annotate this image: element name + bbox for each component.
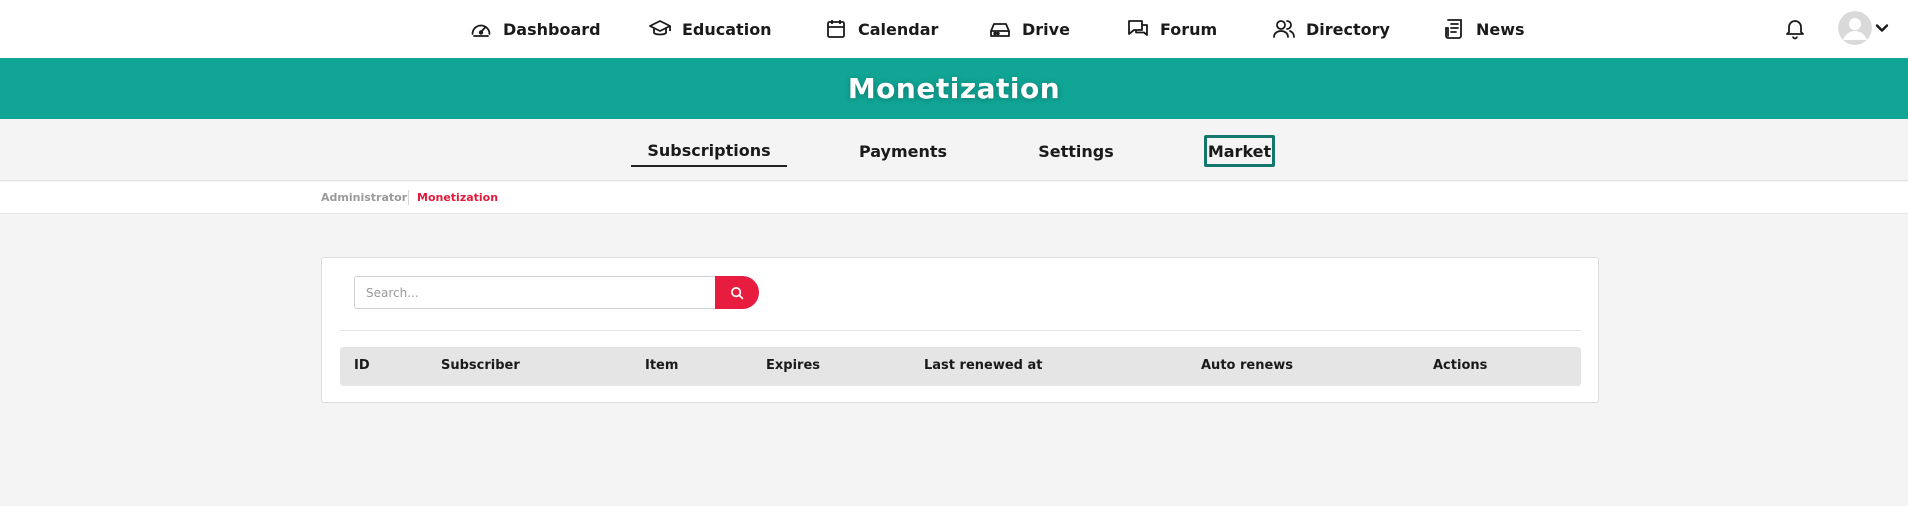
nav-item-news[interactable]: News xyxy=(1442,17,1525,41)
nav-item-calendar[interactable]: Calendar xyxy=(824,17,938,41)
tab-payments[interactable]: Payments xyxy=(855,135,951,167)
dashboard-icon xyxy=(471,24,491,37)
breadcrumb-item-administrator[interactable]: Administrator xyxy=(321,191,407,204)
tab-subscriptions[interactable]: Subscriptions xyxy=(631,135,787,167)
column-header-subscriber: Subscriber xyxy=(441,358,520,373)
nav-item-education[interactable]: Education xyxy=(648,17,772,41)
subscriptions-card: ID Subscriber Item Expires Last renewed … xyxy=(321,257,1599,403)
nav-label: Forum xyxy=(1160,19,1218,39)
nav-label: Education xyxy=(682,19,772,39)
tab-bar: Subscriptions Payments Settings Market xyxy=(0,119,1908,181)
column-header-last-renewed-at: Last renewed at xyxy=(924,358,1043,373)
chevron-down-icon xyxy=(1875,24,1889,32)
nav-label: Drive xyxy=(1022,19,1070,39)
column-header-actions: Actions xyxy=(1433,358,1488,373)
tab-settings[interactable]: Settings xyxy=(1036,135,1116,167)
breadcrumb: Administrator Monetization xyxy=(0,182,1908,214)
tab-market[interactable]: Market xyxy=(1204,135,1275,167)
nav-label: News xyxy=(1476,19,1525,39)
avatar-icon xyxy=(1838,11,1872,45)
page-header: Monetization xyxy=(0,58,1908,119)
nav-label: Dashboard xyxy=(503,19,601,39)
column-header-auto-renews: Auto renews xyxy=(1201,358,1294,373)
news-icon xyxy=(1445,19,1462,39)
bell-icon[interactable] xyxy=(1783,16,1807,40)
nav-item-directory[interactable]: Directory xyxy=(1272,17,1390,41)
divider xyxy=(340,330,1581,331)
nav-item-dashboard[interactable]: Dashboard xyxy=(469,17,601,41)
user-menu[interactable] xyxy=(1838,11,1890,45)
column-header-expires: Expires xyxy=(766,358,820,373)
column-header-id: ID xyxy=(354,358,370,373)
nav-item-forum[interactable]: Forum xyxy=(1126,17,1217,41)
top-navigation: Dashboard Education Calendar Drive Forum… xyxy=(0,0,1908,58)
nav-label: Calendar xyxy=(858,19,939,39)
search-icon xyxy=(731,286,744,299)
search-input[interactable] xyxy=(354,276,715,309)
breadcrumb-item-current: Monetization xyxy=(417,191,499,204)
calendar-icon xyxy=(827,20,845,38)
nav-label: Directory xyxy=(1306,19,1390,39)
column-header-item: Item xyxy=(645,358,679,373)
page-title: Monetization xyxy=(847,72,1061,105)
search-button[interactable] xyxy=(715,276,759,309)
forum-icon xyxy=(1128,20,1148,36)
table-header: ID Subscriber Item Expires Last renewed … xyxy=(340,347,1581,386)
nav-item-drive[interactable]: Drive xyxy=(988,17,1070,41)
breadcrumb-separator xyxy=(408,190,409,205)
graduation-cap-icon xyxy=(649,20,671,36)
users-icon xyxy=(1273,20,1295,38)
drive-icon xyxy=(990,23,1010,37)
